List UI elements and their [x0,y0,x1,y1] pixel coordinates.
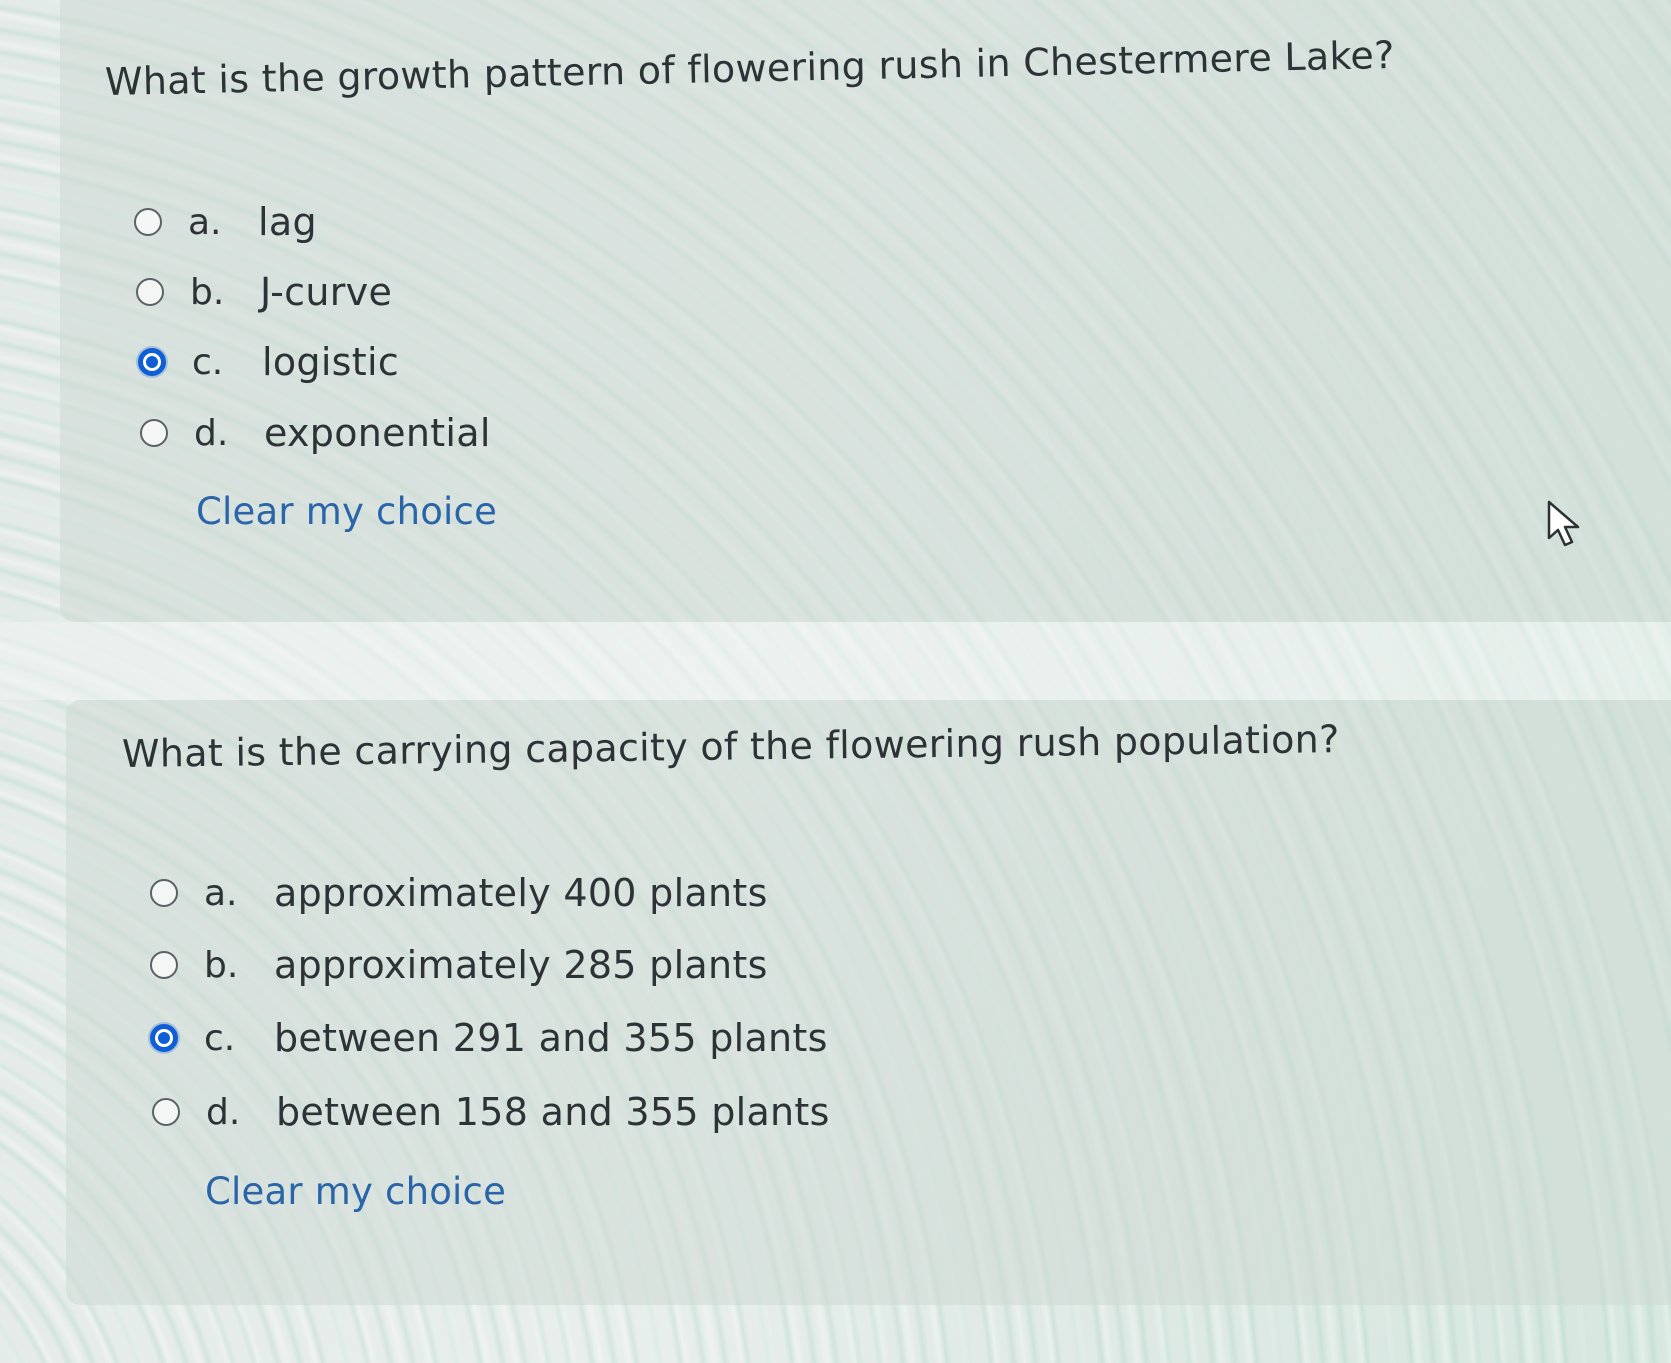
card-gap [0,622,1671,700]
answer-option[interactable]: d. between 158 and 355 plants [152,1087,830,1137]
option-letter: b. [190,271,225,313]
option-label: lag [258,200,317,244]
clear-choice-link[interactable]: Clear my choice [205,1170,506,1213]
option-label: approximately 285 plants [274,943,768,987]
option-label: logistic [262,340,400,384]
clear-choice-link[interactable]: Clear my choice [196,490,497,533]
answer-option[interactable]: c. logistic [138,337,399,387]
option-label: approximately 400 plants [274,871,768,915]
mouse-pointer-icon [1547,500,1580,547]
radio-button[interactable] [140,419,168,447]
option-label: between 158 and 355 plants [276,1090,830,1134]
answer-option[interactable]: a. approximately 400 plants [150,868,768,918]
radio-button[interactable] [152,1098,180,1126]
option-letter: a. [188,201,222,243]
answer-option[interactable]: d. exponential [140,408,491,458]
answer-option[interactable]: b. J-curve [136,267,392,317]
option-letter: a. [204,872,238,914]
answer-option[interactable]: c. between 291 and 355 plants [150,1013,828,1063]
radio-button[interactable] [150,879,178,907]
option-letter: c. [204,1017,236,1059]
option-letter: d. [206,1091,241,1133]
radio-button[interactable] [150,951,178,979]
answer-option[interactable]: a. lag [134,197,317,247]
option-label: between 291 and 355 plants [274,1016,828,1060]
option-label: exponential [264,411,491,455]
radio-button-selected[interactable] [138,348,166,376]
answer-option[interactable]: b. approximately 285 plants [150,940,768,990]
option-label: J-curve [260,270,393,314]
radio-button[interactable] [136,278,164,306]
question-card-2 [66,700,1671,1305]
radio-button-selected[interactable] [150,1024,178,1052]
option-letter: b. [204,944,239,986]
radio-button[interactable] [134,208,162,236]
option-letter: c. [192,341,224,383]
option-letter: d. [194,412,229,454]
